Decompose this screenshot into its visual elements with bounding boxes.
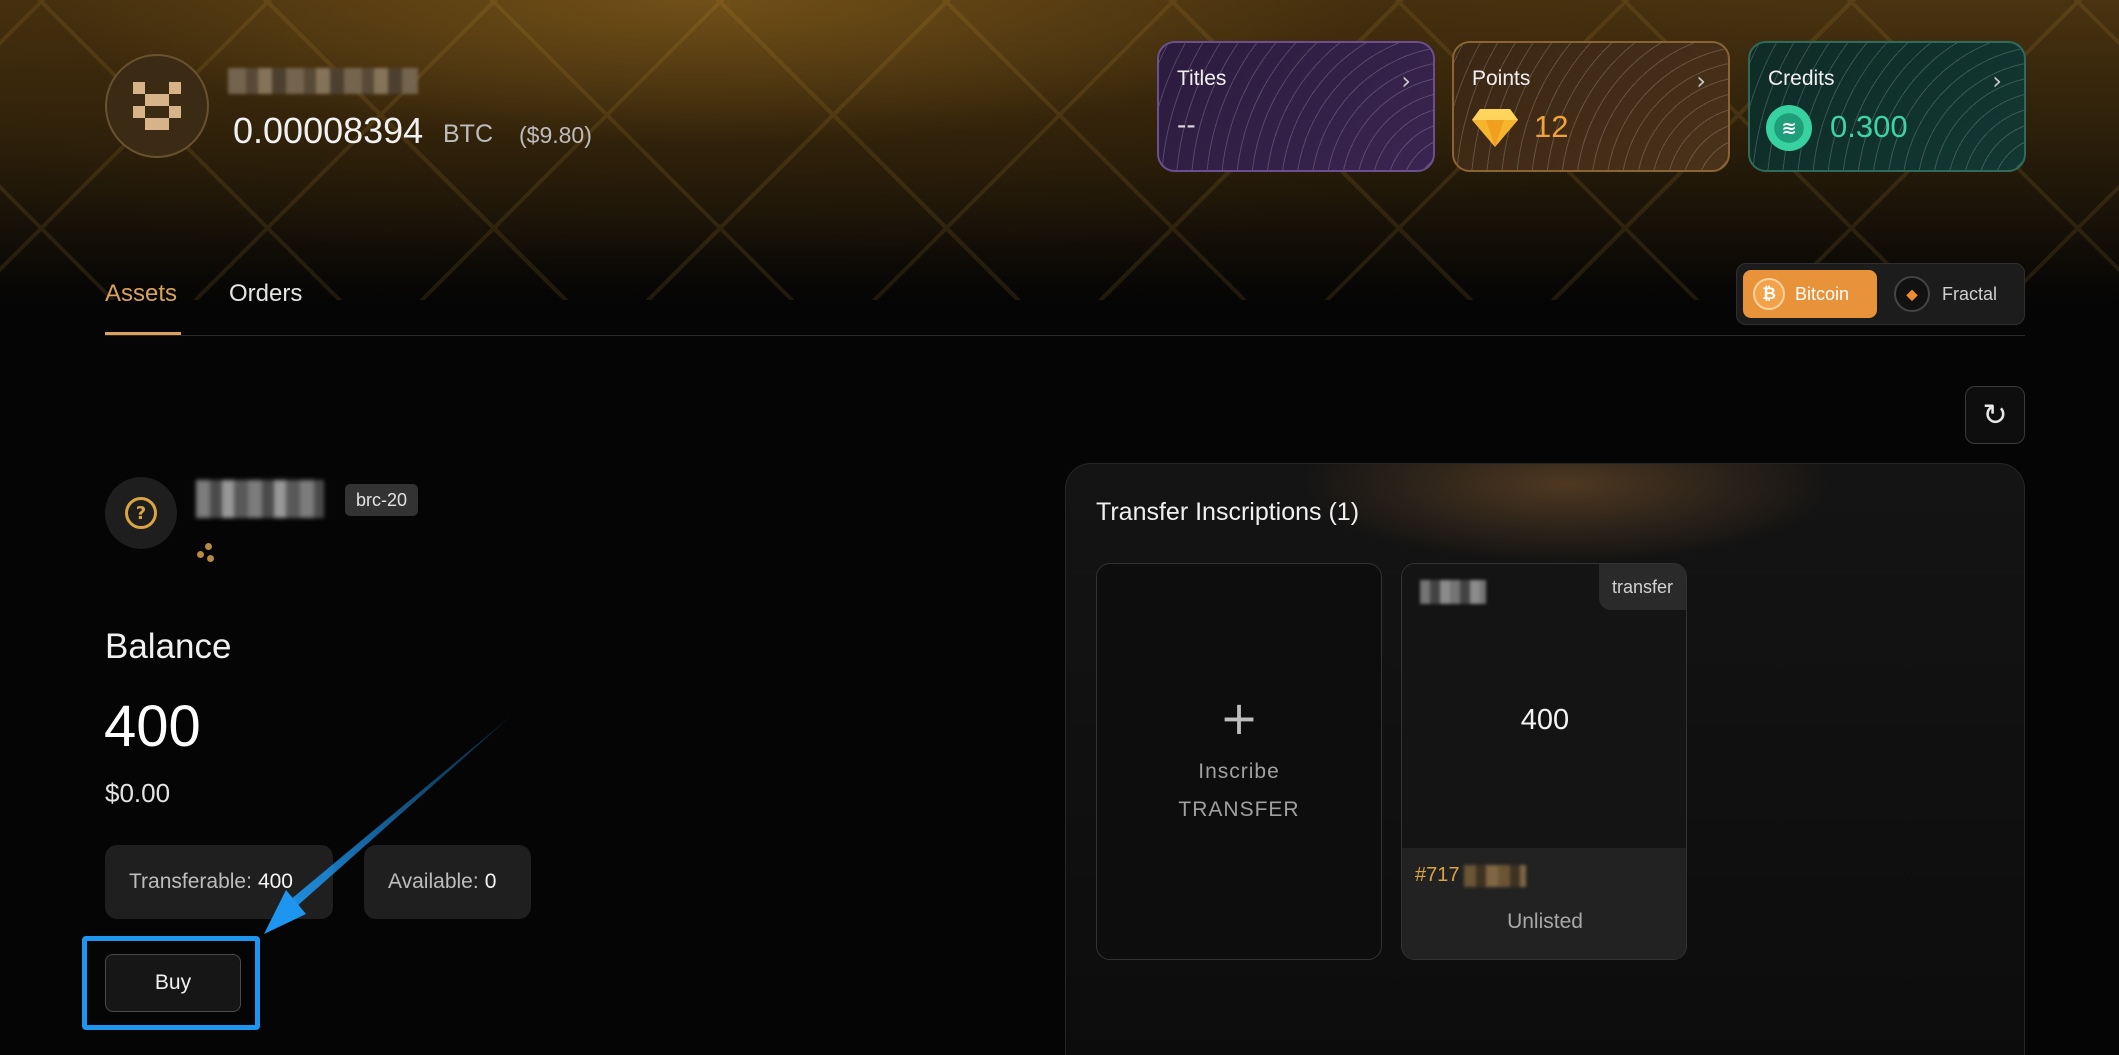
panel-glow — [1296, 464, 1836, 564]
refresh-icon: ↻ — [1982, 397, 2008, 433]
inscription-name-redacted — [1420, 580, 1486, 604]
network-switch: ₿ Bitcoin ◆ Fractal — [1736, 263, 2025, 325]
network-option-bitcoin[interactable]: ₿ Bitcoin — [1743, 270, 1877, 318]
transferable-pill: Transferable: 400 — [105, 845, 333, 919]
balance-usd: $0.00 — [105, 778, 171, 808]
buy-button[interactable]: Buy — [105, 954, 241, 1012]
balance-label: Balance — [105, 627, 232, 666]
avatar-pixel — [133, 82, 145, 94]
inscription-type-tag: transfer — [1598, 564, 1686, 610]
inscribe-sublabel: TRANSFER — [1178, 797, 1300, 821]
chevron-right-icon: › — [1401, 67, 1411, 95]
avatar-pixel — [157, 118, 169, 130]
credits-value: 0.300 — [1830, 109, 1908, 144]
credits-label: Credits — [1768, 67, 1835, 90]
bitcoin-icon: ₿ — [1753, 278, 1785, 310]
titles-card[interactable]: Titles › -- — [1157, 41, 1435, 172]
balance-value: 400 — [104, 694, 201, 759]
credit-coin-icon: ≋ — [1766, 105, 1812, 151]
transferable-value: 400 — [257, 870, 293, 893]
btc-usd-value: ($9.80) — [519, 122, 592, 148]
tab-assets[interactable]: Assets — [105, 280, 177, 308]
available-label: Available: — [388, 870, 479, 893]
avatar-pixel — [157, 94, 169, 106]
plus-icon: + — [1219, 690, 1259, 745]
diamond-icon — [1472, 109, 1518, 147]
network-label: Fractal — [1942, 283, 1998, 304]
available-value: 0 — [484, 870, 497, 893]
tab-orders[interactable]: Orders — [229, 280, 302, 308]
avatar[interactable] — [105, 54, 209, 158]
btc-unit: BTC — [443, 120, 493, 148]
loading-icon — [195, 541, 219, 565]
tab-divider — [105, 335, 2025, 336]
inscription-card[interactable]: transfer 400 #717 Unlisted — [1401, 563, 1687, 960]
inscription-id: #717 — [1415, 864, 1460, 886]
refresh-button[interactable]: ↻ — [1965, 386, 2025, 444]
token-name-redacted — [196, 480, 324, 518]
points-card[interactable]: Points › 12 — [1452, 41, 1730, 172]
inscribe-transfer-button[interactable]: + Inscribe TRANSFER — [1096, 563, 1382, 960]
token-icon: ? — [105, 477, 177, 549]
chevron-right-icon: › — [1696, 67, 1706, 95]
chevron-right-icon: › — [1992, 67, 2002, 95]
question-icon: ? — [125, 497, 157, 529]
titles-value: -- — [1177, 109, 1196, 140]
transferable-label: Transferable: — [129, 870, 252, 893]
titles-label: Titles — [1177, 67, 1227, 90]
card-pattern — [1159, 43, 1433, 170]
avatar-pixel — [145, 94, 157, 106]
fractal-icon: ◆ — [1894, 276, 1930, 312]
avatar-pixel — [169, 106, 181, 118]
inscribe-label: Inscribe — [1198, 759, 1280, 783]
avatar-pixel — [169, 82, 181, 94]
inscription-id-redacted — [1464, 865, 1526, 887]
network-label: Bitcoin — [1795, 283, 1850, 304]
btc-balance: 0.00008394 — [233, 110, 424, 151]
listing-status: Unlisted — [1507, 910, 1583, 933]
avatar-pixel — [133, 106, 145, 118]
points-label: Points — [1472, 67, 1531, 90]
credits-card[interactable]: Credits › ≋ 0.300 — [1748, 41, 2026, 172]
points-value: 12 — [1534, 109, 1569, 144]
avatar-pixel — [145, 118, 157, 130]
network-option-fractal[interactable]: ◆ Fractal — [1894, 270, 1997, 318]
available-pill: Available: 0 — [364, 845, 531, 919]
inscription-amount: 400 — [1520, 704, 1570, 736]
token-standard-badge: brc-20 — [345, 484, 419, 516]
inscriptions-title: Transfer Inscriptions (1) — [1096, 498, 1360, 526]
username-redacted — [228, 68, 418, 94]
